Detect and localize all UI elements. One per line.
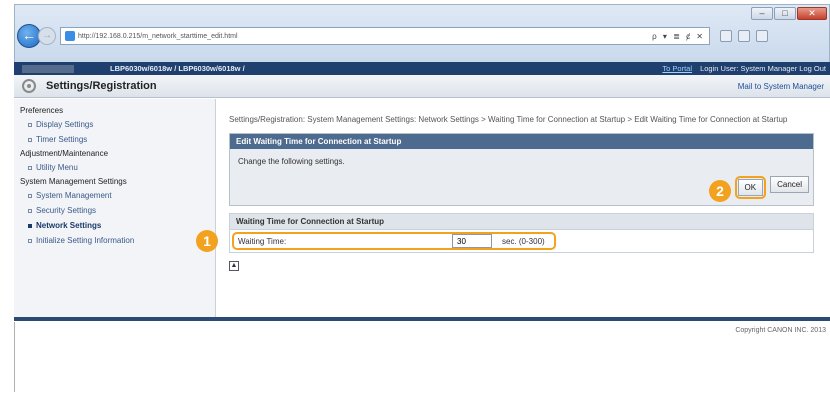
step-2-marker: 2 (709, 180, 731, 202)
browser-window-frame: – □ ✕ ← → http://192.168.0.215/m_network… (14, 4, 830, 62)
settings-section-title: Waiting Time for Connection at Startup (230, 214, 813, 230)
waiting-time-unit: sec. (0-300) (502, 236, 545, 246)
sidebar-item-label: Security Settings (36, 206, 97, 215)
sidebar-item-label: System Management (36, 191, 112, 200)
sidebar-item-system-management[interactable]: System Management (14, 188, 215, 203)
sidebar-section-adjustment: Adjustment/Maintenance (20, 149, 109, 158)
navigation-row: ← → http://192.168.0.215/m_network_start… (17, 23, 827, 49)
favorites-icon[interactable] (738, 30, 750, 42)
waiting-time-input[interactable] (452, 234, 492, 248)
site-icon (65, 31, 75, 41)
bullet-icon (28, 165, 32, 170)
forward-button[interactable]: → (38, 27, 56, 45)
mail-to-manager-link[interactable]: Mail to System Manager (738, 82, 824, 91)
step-1-marker: 1 (196, 230, 218, 252)
instruction-text: Change the following settings. (238, 157, 345, 166)
sidebar-section-preferences: Preferences (20, 106, 64, 115)
app-header-bar: LBP6030w/6018w / LBP6030w/6018w / To Por… (14, 62, 830, 75)
sidebar-item-label: Display Settings (36, 120, 94, 129)
ok-highlight: OK (734, 176, 767, 199)
sidebar-section-system-management: System Management Settings (20, 177, 127, 186)
sidebar-item-utility-menu[interactable]: Utility Menu (14, 160, 215, 175)
sidebar: Preferences Display Settings Timer Setti… (14, 99, 216, 317)
settings-gear-icon (22, 79, 36, 93)
panel-body: Change the following settings. 2 OK Canc… (230, 149, 813, 205)
main-content: Settings/Registration: System Management… (196, 99, 830, 317)
browser-toolbar-icons (720, 30, 768, 42)
window-controls: – □ ✕ (751, 7, 827, 20)
action-buttons: OK Cancel (734, 176, 809, 199)
device-model: LBP6030w/6018w / LBP6030w/6018w / (110, 64, 245, 73)
bullet-icon (28, 208, 32, 213)
footer-bar (14, 317, 830, 321)
address-bar-icons[interactable]: ρ ▾ ≣ ȼ ✕ (652, 32, 709, 41)
waiting-time-row: 1 Waiting Time: sec. (0-300) (196, 230, 813, 252)
sidebar-item-label: Timer Settings (36, 135, 88, 144)
sidebar-item-security-settings[interactable]: Security Settings (14, 203, 215, 218)
sidebar-item-network-settings[interactable]: Network Settings (14, 218, 215, 233)
edit-panel: Edit Waiting Time for Connection at Star… (229, 133, 814, 206)
cancel-button[interactable]: Cancel (770, 176, 809, 193)
bullet-icon (28, 223, 32, 228)
settings-table: Waiting Time for Connection at Startup 1… (196, 213, 814, 253)
bullet-icon (28, 193, 32, 198)
close-window-button[interactable]: ✕ (797, 7, 827, 20)
address-bar[interactable]: http://192.168.0.215/m_network_starttime… (60, 27, 710, 45)
window-left-edge (14, 322, 15, 392)
sidebar-item-timer-settings[interactable]: Timer Settings (14, 132, 215, 147)
url-text[interactable]: http://192.168.0.215/m_network_starttime… (78, 33, 652, 40)
sidebar-item-display-settings[interactable]: Display Settings (14, 117, 215, 132)
portal-link[interactable]: To Portal (662, 64, 692, 73)
sidebar-item-label: Network Settings (36, 221, 102, 230)
home-icon[interactable] (720, 30, 732, 42)
copyright-text: Copyright CANON INC. 2013 (735, 327, 826, 334)
ok-button[interactable]: OK (737, 179, 764, 196)
bullet-icon (28, 238, 32, 243)
minimize-button[interactable]: – (751, 7, 773, 20)
bullet-icon (28, 122, 32, 127)
sidebar-item-label: Utility Menu (36, 163, 78, 172)
sidebar-item-initialize-settings[interactable]: Initialize Setting Information (14, 233, 215, 248)
canon-logo (22, 64, 74, 73)
login-user-text[interactable]: Login User: System Manager Log Out (700, 64, 826, 73)
page-title: Settings/Registration (46, 80, 157, 92)
sidebar-item-label: Initialize Setting Information (36, 236, 135, 245)
waiting-time-label: Waiting Time: (238, 236, 287, 246)
panel-title: Edit Waiting Time for Connection at Star… (230, 134, 813, 149)
bullet-icon (28, 137, 32, 142)
breadcrumb: Settings/Registration: System Management… (229, 115, 788, 124)
page-title-bar: Settings/Registration Mail to System Man… (14, 75, 830, 98)
maximize-button[interactable]: □ (774, 7, 796, 20)
page-top-icon[interactable]: ▲ (229, 261, 239, 271)
tools-icon[interactable] (756, 30, 768, 42)
header-right: To Portal Login User: System Manager Log… (662, 64, 830, 73)
